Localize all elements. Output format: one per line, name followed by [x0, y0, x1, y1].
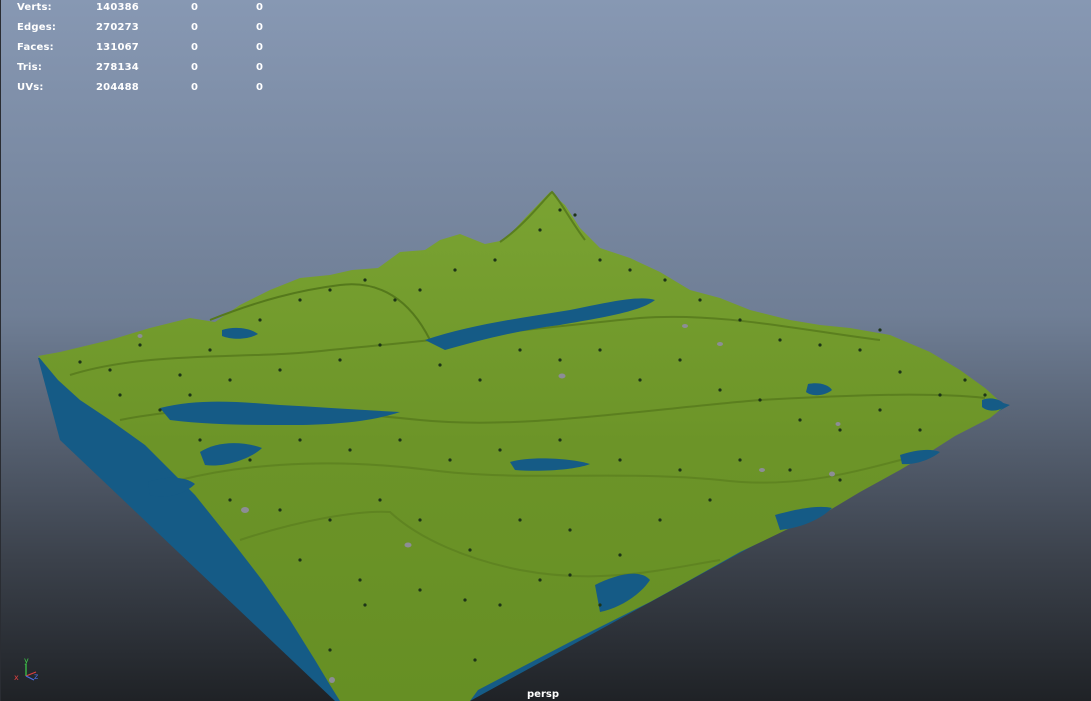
- hud-total: 140386: [96, 2, 139, 13]
- hud-total: 131067: [96, 42, 139, 53]
- hud-row-uvs: UVs: 204488 0 0: [0, 82, 300, 102]
- hud-total: 278134: [96, 62, 139, 73]
- hud-component: 0: [256, 42, 264, 53]
- terrain-surface: [38, 192, 1005, 701]
- hud-component: 0: [256, 22, 264, 33]
- camera-name-label: persp: [527, 689, 559, 700]
- axis-x-label: x: [14, 673, 19, 682]
- hud-label: Tris:: [17, 62, 43, 73]
- hud-selected: 0: [191, 2, 199, 13]
- hud-component: 0: [256, 82, 264, 93]
- hud-total: 204488: [96, 82, 139, 93]
- hud-label: Faces:: [17, 42, 54, 53]
- hud-label: Verts:: [17, 2, 52, 13]
- hud-selected: 0: [191, 62, 199, 73]
- terrain-scene[interactable]: [0, 0, 1091, 701]
- hud-label: Edges:: [17, 22, 57, 33]
- hud-label: UVs:: [17, 82, 44, 93]
- hud-component: 0: [256, 2, 264, 13]
- hud-row-verts: Verts: 140386 0 0: [0, 2, 300, 22]
- axis-gizmo-icon: y x z: [14, 656, 38, 682]
- hud-row-edges: Edges: 270273 0 0: [0, 22, 300, 42]
- hud-component: 0: [256, 62, 264, 73]
- hud-row-tris: Tris: 278134 0 0: [0, 62, 300, 82]
- axis-y-label: y: [24, 656, 29, 665]
- perspective-viewport[interactable]: Verts: 140386 0 0 Edges: 270273 0 0 Face…: [0, 0, 1091, 701]
- hud-selected: 0: [191, 42, 199, 53]
- hud-selected: 0: [191, 82, 199, 93]
- hud-row-faces: Faces: 131067 0 0: [0, 42, 300, 62]
- hud-selected: 0: [191, 22, 199, 33]
- hud-total: 270273: [96, 22, 139, 33]
- axis-z-label: z: [34, 672, 38, 681]
